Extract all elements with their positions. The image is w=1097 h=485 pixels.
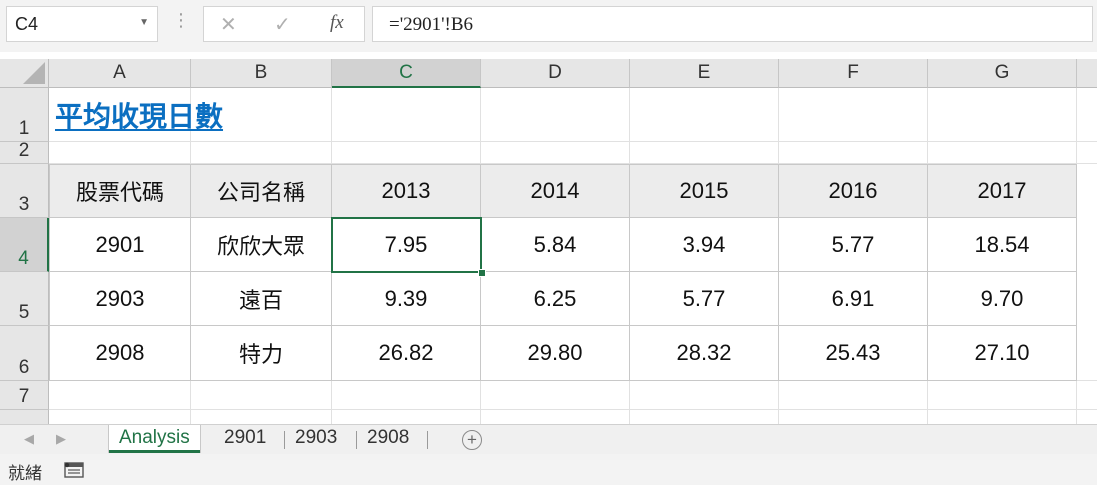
status-ready-text: 就緒 xyxy=(8,464,42,483)
row-header-6[interactable]: 6 xyxy=(0,326,49,381)
row-header-1[interactable]: 1 xyxy=(0,88,49,142)
row-number: 7 xyxy=(18,386,30,407)
table-header-cell[interactable]: 2013 xyxy=(332,165,481,218)
table-cell[interactable]: 5.84 xyxy=(481,218,630,272)
table-header-cell[interactable]: 2014 xyxy=(481,165,630,218)
function-icon[interactable]: fx xyxy=(330,12,344,34)
dropdown-arrow-icon[interactable]: ▼ xyxy=(139,17,149,28)
formula-bar-area: C4 ▼ ⋮ ✕ ✓ fx ='2901'!B6 xyxy=(0,0,1097,52)
tab-separator xyxy=(427,431,428,449)
row-header-4[interactable]: 4 xyxy=(0,218,49,272)
table-cell[interactable]: 特力 xyxy=(191,326,332,381)
table-cell[interactable]: 25.43 xyxy=(779,326,928,381)
sheet-tab-analysis[interactable]: Analysis xyxy=(109,425,200,453)
prev-sheet-icon[interactable]: ◀ xyxy=(24,431,34,447)
table-cell[interactable]: 6.25 xyxy=(481,272,630,326)
row-header-3[interactable]: 3 xyxy=(0,164,49,218)
next-sheet-icon[interactable]: ▶ xyxy=(56,431,66,447)
gridline xyxy=(49,409,1097,410)
formula-text: ='2901'!B6 xyxy=(389,14,474,35)
name-box[interactable]: C4 ▼ xyxy=(6,6,158,42)
row-header-2[interactable]: 2 xyxy=(0,140,49,164)
table-header-cell[interactable]: 2015 xyxy=(630,165,779,218)
fill-handle[interactable] xyxy=(478,269,486,277)
row-number: 2 xyxy=(18,140,30,161)
table-cell[interactable]: 26.82 xyxy=(332,326,481,381)
table-cell[interactable]: 6.91 xyxy=(779,272,928,326)
table-cell[interactable]: 欣欣大眾 xyxy=(191,218,332,272)
table-cell[interactable]: 18.54 xyxy=(928,218,1077,272)
gridline xyxy=(49,141,1097,142)
table-cell[interactable]: 2903 xyxy=(50,272,191,326)
formula-input[interactable]: ='2901'!B6 xyxy=(372,6,1093,42)
table-cell[interactable]: 27.10 xyxy=(928,326,1077,381)
row-header-7[interactable]: 7 xyxy=(0,381,49,410)
row-number: 1 xyxy=(18,118,30,139)
add-sheet-icon[interactable]: + xyxy=(462,430,482,450)
sheet-tab-bar: ◀ ▶ Analysis 2901 2903 2908 + xyxy=(0,424,1097,454)
column-header-c[interactable]: C xyxy=(332,59,481,88)
table-cell[interactable]: 9.70 xyxy=(928,272,1077,326)
row-number: 4 xyxy=(18,248,29,269)
table-header-cell[interactable]: 公司名稱 xyxy=(191,165,332,218)
row-number: 5 xyxy=(18,302,30,323)
column-header-a[interactable]: A xyxy=(49,59,191,88)
table-cell[interactable]: 2901 xyxy=(50,218,191,272)
column-header-overflow xyxy=(1077,59,1097,88)
status-bar: 就緒 xyxy=(0,454,1097,485)
select-all-icon[interactable] xyxy=(0,59,49,88)
name-box-value: C4 xyxy=(15,14,39,34)
sheet-tab-2903[interactable]: 2903 xyxy=(285,425,347,453)
table-header-cell[interactable]: 股票代碼 xyxy=(50,165,191,218)
sheet-tab-2901[interactable]: 2901 xyxy=(214,425,276,453)
enter-icon[interactable]: ✓ xyxy=(274,12,291,37)
row-header-overflow xyxy=(0,410,49,424)
table-header-cell[interactable]: 2017 xyxy=(928,165,1077,218)
table-cell[interactable]: 遠百 xyxy=(191,272,332,326)
cancel-icon[interactable]: ✕ xyxy=(220,12,237,37)
active-cell-border xyxy=(331,217,482,273)
formula-bar-grip-icon[interactable]: ⋮ xyxy=(172,10,190,31)
macro-record-icon[interactable] xyxy=(64,462,84,478)
table-header-cell[interactable]: 2016 xyxy=(779,165,928,218)
table-cell[interactable]: 5.77 xyxy=(779,218,928,272)
table-cell[interactable]: 28.32 xyxy=(630,326,779,381)
column-header-d[interactable]: D xyxy=(481,59,630,88)
row-number: 6 xyxy=(18,357,30,378)
column-header-f[interactable]: F xyxy=(779,59,928,88)
row-number: 3 xyxy=(18,194,30,215)
column-header-g[interactable]: G xyxy=(928,59,1077,88)
table-cell[interactable]: 9.39 xyxy=(332,272,481,326)
table-cell[interactable]: 5.77 xyxy=(630,272,779,326)
row-header-5[interactable]: 5 xyxy=(0,272,49,326)
sheet-title-cell[interactable]: 平均收現日數 xyxy=(55,95,223,135)
table-cell[interactable]: 29.80 xyxy=(481,326,630,381)
formula-buttons: ✕ ✓ fx xyxy=(203,6,365,42)
table-cell[interactable]: 3.94 xyxy=(630,218,779,272)
column-header-e[interactable]: E xyxy=(630,59,779,88)
table-cell[interactable]: 2908 xyxy=(50,326,191,381)
sheet-tab-2908[interactable]: 2908 xyxy=(357,425,419,453)
column-header-b[interactable]: B xyxy=(191,59,332,88)
